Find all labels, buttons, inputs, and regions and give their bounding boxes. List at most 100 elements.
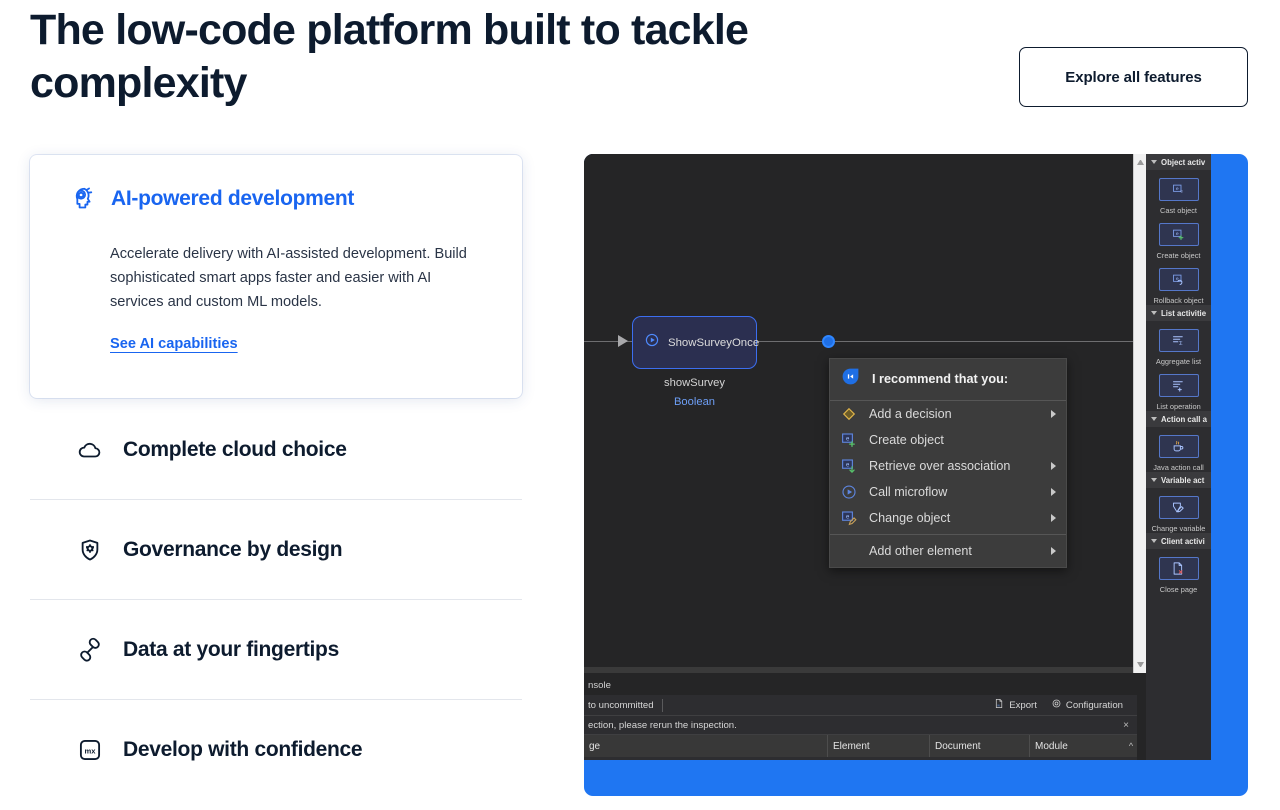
shield-gear-icon [77,537,103,563]
context-menu-item-label: Add other element [869,544,972,558]
configuration-label: Configuration [1065,699,1123,711]
chevron-down-icon [1151,478,1157,482]
java-action-icon [1158,435,1199,458]
context-menu-item-retrieve-over-association[interactable]: e Retrieve over association [830,453,1066,479]
svg-text:e: e [1176,186,1179,191]
toolbox-item-aggregate-list[interactable]: Σ Aggregate list [1146,321,1211,366]
console-column-document[interactable]: Document [930,735,1030,757]
toolbox-category-label: Action call a [1161,414,1207,424]
accordion-item-complete-cloud-choice[interactable]: Complete cloud choice [30,400,522,500]
context-menu-item-label: Change object [869,511,951,525]
flow-node-showsurveyonce[interactable]: ShowSurveyOnce [632,316,760,369]
context-menu-item-label: Call microflow [869,485,948,499]
close-icon[interactable]: × [1123,720,1129,731]
console-filter-label[interactable]: to uncommitted [588,700,654,711]
scroll-up-icon[interactable] [1137,159,1144,165]
mendix-assist-context-menu[interactable]: I recommend that you: Add a decision e C… [829,358,1067,568]
toolbox-item-create-object[interactable]: e Create object [1146,215,1211,260]
toolbox-category-variable-activities[interactable]: Variable act [1146,472,1211,488]
flow-node-label: ShowSurveyOnce [668,336,760,349]
see-ai-capabilities-link[interactable]: See AI capabilities [110,336,238,352]
context-menu-item-add-other-element[interactable]: Add other element [830,538,1066,564]
play-circle-icon [644,332,660,353]
toolbox-item-label: Java action call [1153,463,1204,472]
toolbox-item-label: List operation [1156,402,1201,411]
toolbox-item-label: Cast object [1160,206,1197,215]
change-object-icon: e [840,509,858,527]
console-column-message[interactable]: ge [584,735,828,757]
feature-card-body: Accelerate delivery with AI-assisted dev… [110,246,467,310]
change-variable-icon [1158,496,1199,519]
toolbox-item-cast-object[interactable]: ee Cast object [1146,170,1211,215]
link-chain-icon [77,637,103,663]
configuration-button[interactable]: Configuration [1051,698,1123,712]
chevron-right-icon [1051,462,1056,470]
console-tabbar[interactable]: nsole [584,675,1137,695]
toolbox-item-label: Close page [1159,585,1198,594]
decision-diamond-icon [840,405,858,423]
toolbox-item-list-operation[interactable]: List operation [1146,366,1211,411]
toolbox-panel[interactable]: Object activ ee Cast object e Create obj… [1146,154,1211,760]
explore-all-features-button[interactable]: Explore all features [1019,47,1248,107]
accordion-item-governance-by-design[interactable]: Governance by design [30,500,522,600]
toolbox-item-label: Aggregate list [1155,357,1202,366]
console-column-element[interactable]: Element [828,735,930,757]
console-toolbar[interactable]: to uncommitted w Export Configuration [584,695,1137,716]
toolbox-item-rollback-object[interactable]: e Rollback object [1146,260,1211,305]
chevron-down-icon [1151,417,1157,421]
feature-card-title: AI-powered development [111,186,355,210]
export-button[interactable]: w Export [994,698,1037,712]
context-menu-item-call-microflow[interactable]: Call microflow [830,479,1066,505]
page-title: The low-code platform built to tackle co… [30,6,749,107]
svg-text:e: e [1180,189,1183,194]
context-menu-item-change-object[interactable]: e Change object [830,505,1066,531]
call-microflow-icon [840,483,858,501]
chevron-down-icon [1151,160,1157,164]
toolbox-item-close-page[interactable]: Close page [1146,549,1211,594]
toolbox-category-action-call-activities[interactable]: Action call a [1146,411,1211,427]
context-menu-item-add-a-decision[interactable]: Add a decision [830,401,1066,427]
console-notice-text: ection, please rerun the inspection. [588,719,737,731]
console-tab-label[interactable]: nsole [588,680,611,691]
accordion-item-label: Governance by design [123,537,343,561]
export-label: Export [1009,699,1037,711]
toolbox-item-change-variable[interactable]: Change variable [1146,488,1211,533]
scroll-down-icon[interactable] [1137,662,1144,668]
features-column: AI-powered development Accelerate delive… [30,155,522,800]
toolbox-item-java-action-call[interactable]: Java action call [1146,427,1211,472]
toolbox-category-label: Variable act [1161,475,1205,485]
context-menu-item-create-object[interactable]: e Create object [830,427,1066,453]
chevron-down-icon [1151,539,1157,543]
ide-window: ShowSurveyOnce showSurvey Boolean I reco… [584,154,1211,760]
console-panel[interactable]: nsole to uncommitted w Export Configurat… [584,675,1137,760]
toolbox-item-label: Rollback object [1153,296,1204,305]
gear-icon [1051,698,1062,712]
chevron-down-icon [1151,311,1157,315]
microflow-canvas[interactable]: ShowSurveyOnce showSurvey Boolean I reco… [584,154,1137,673]
list-operation-icon [1158,374,1199,397]
create-object-icon: e [840,431,858,449]
toolbox-category-label: List activitie [1161,308,1207,318]
console-column-module[interactable]: Module [1030,735,1125,757]
scroll-up-icon[interactable]: ^ [1125,741,1137,751]
flow-arrow-icon [618,335,628,347]
flow-node-caption: showSurvey Boolean [632,374,757,412]
toolbox-category-client-activities[interactable]: Client activi [1146,533,1211,549]
ai-head-icon [68,185,95,212]
mendix-assist-icon [840,366,861,392]
toolbox-category-list-activities[interactable]: List activitie [1146,305,1211,321]
context-menu-item-label: Add a decision [869,407,952,421]
accordion-item-develop-with-confidence[interactable]: mx Develop with confidence [30,700,522,800]
flow-endpoint-dot[interactable] [822,335,835,348]
accordion-item-data-at-your-fingertips[interactable]: Data at your fingertips [30,600,522,700]
ide-screenshot-panel: ShowSurveyOnce showSurvey Boolean I reco… [584,154,1248,796]
feature-card-header: AI-powered development [68,185,484,212]
console-table-header: ge Element Document Module ^ [584,735,1137,757]
context-menu-header: I recommend that you: [830,359,1066,401]
toolbox-category-object-activities[interactable]: Object activ [1146,154,1211,170]
flow-node-variable-name: showSurvey [664,377,725,389]
feature-card-ai-powered-development[interactable]: AI-powered development Accelerate delive… [30,155,522,398]
cast-object-icon: ee [1158,178,1199,201]
canvas-horizontal-scrollbar[interactable] [584,667,1137,673]
canvas-vertical-scrollbar[interactable] [1133,154,1146,673]
